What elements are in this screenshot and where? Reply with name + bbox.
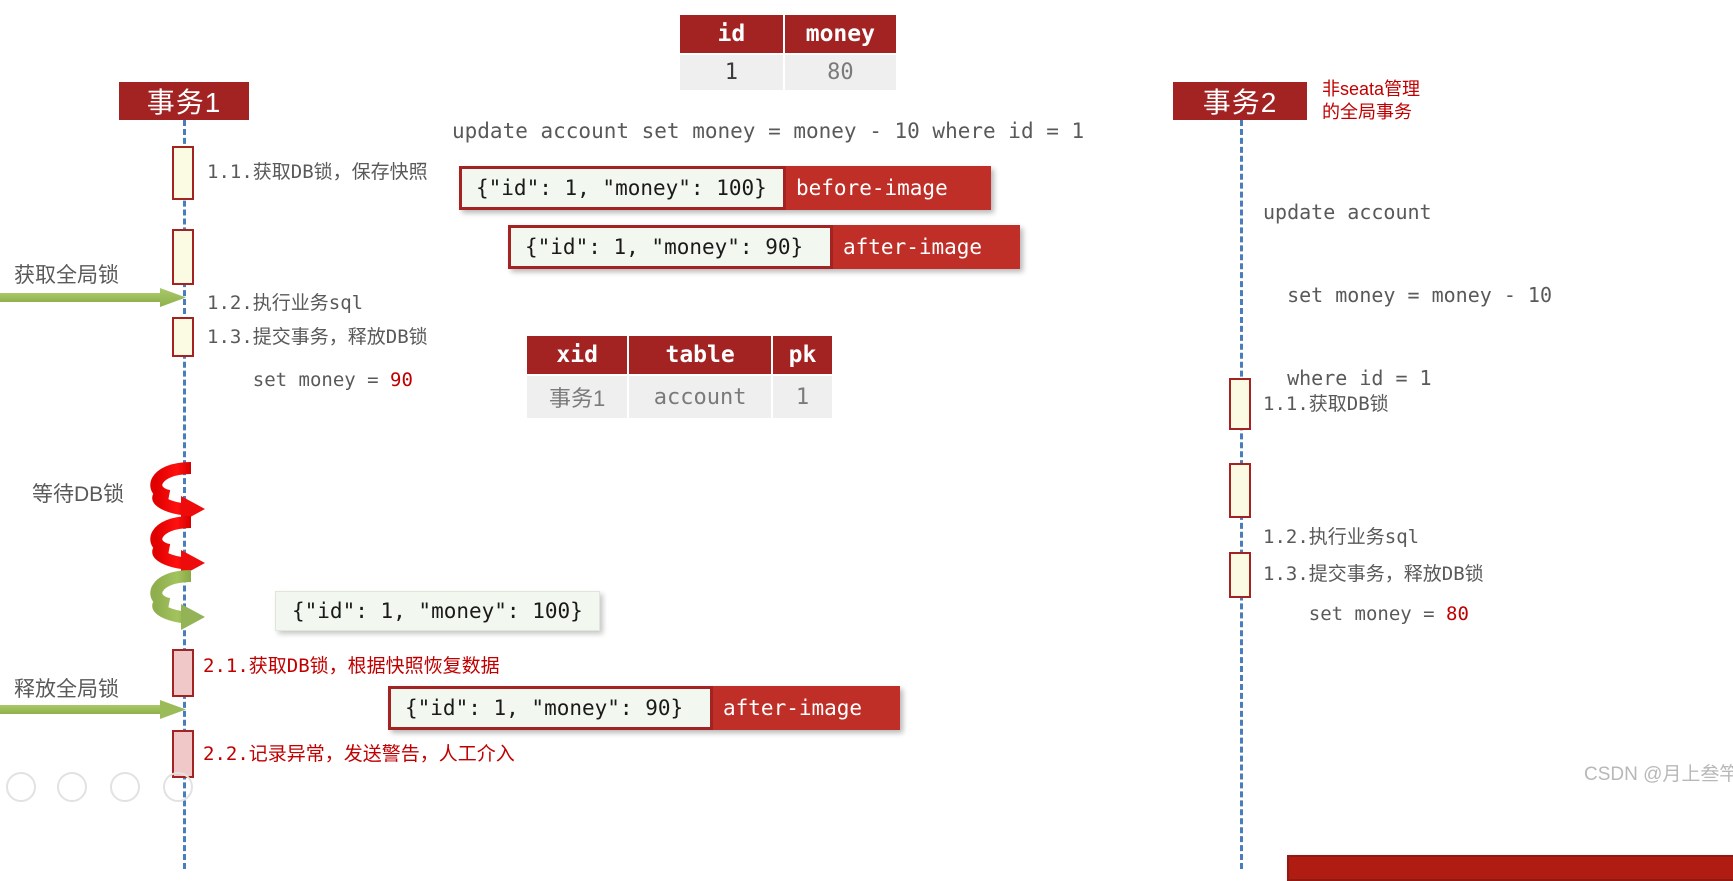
arrow-acquire-global-lock [0,288,186,307]
activation-tx2-step-1-2 [1229,463,1251,518]
diagram-canvas: id money 1 80 update account set money =… [0,0,1733,881]
tx2-sql-line1: update account [1263,200,1432,225]
callout-after-image-1-tag: after-image [843,235,983,259]
callout-after-image-1-json: {"id": 1, "money": 90} [508,225,833,269]
activation-tx2-step-1-1 [1229,378,1251,430]
callout-after-image-1: {"id": 1, "money": 90} after-image [508,225,1020,269]
actor-tx2: 事务2 [1173,82,1307,120]
lock-table-th-pk: pk [772,336,832,374]
spiral-loop-green [150,570,205,630]
tx1-step-1-3-label: 1.3.提交事务，释放DB锁 [207,326,428,348]
account-table-header-row: id money [680,15,896,53]
callout-after-image-2-tag: after-image [723,696,863,720]
account-table: id money 1 80 [678,13,898,92]
account-table-th-money: money [784,15,896,53]
callout-before-image-tag: before-image [796,176,948,200]
tx2-step-1-3-label: 1.3.提交事务，释放DB锁 [1263,563,1484,585]
main-sql-statement: update account set money = money - 10 wh… [452,119,1085,143]
tx2-step-1-1-label: 1.1.获取DB锁 [1263,393,1389,415]
tx2-step-1-2-line2-pre: set money = [1263,603,1447,626]
callout-after-image-2: {"id": 1, "money": 90} after-image [388,686,900,730]
global-lock-table: xid table pk 事务1 account 1 [525,334,834,420]
callout-before-image: {"id": 1, "money": 100} before-image [459,166,991,210]
tx1-step-1-2-value: 90 [390,369,413,392]
tx2-sql-line2: set money = money - 10 [1263,282,1552,307]
lock-table-header-row: xid table pk [527,336,832,374]
tx1-step-1-2-line2-pre: set money = [207,369,391,392]
spiral-wait-db-lock [150,462,205,630]
tx1-step-2-1-label: 2.1.获取DB锁，根据快照恢复数据 [203,655,500,677]
arrow-release-global-lock [0,700,186,719]
account-table-cell-money: 80 [784,55,896,90]
activation-tx1-step-1-2 [172,229,194,285]
tx1-step-1-1-label: 1.1.获取DB锁，保存快照 [207,161,428,183]
activation-tx2-step-1-3 [1229,552,1251,598]
toolbar-circle-icon-2[interactable] [57,772,87,802]
toolbar-circle-icon-1[interactable] [6,772,36,802]
account-table-cell-id: 1 [680,55,783,90]
activation-tx1-step-1-3 [172,317,194,357]
bottom-red-bar [1287,855,1733,881]
tx2-step-1-2-value: 80 [1446,603,1469,626]
tx2-step-1-2-line2: set money = 80 [1263,602,1469,628]
table-row: 1 80 [680,55,896,90]
lock-table-cell-pk: 1 [772,376,832,418]
lock-table-cell-xid: 事务1 [527,376,628,418]
table-row: 事务1 account 1 [527,376,832,418]
toolbar-circle-icon-4[interactable] [163,772,193,802]
callout-before-image-json: {"id": 1, "money": 100} [459,166,786,210]
tx2-sql-line3: where id = 1 [1263,365,1432,390]
lock-table-th-xid: xid [527,336,628,374]
actor-tx1: 事务1 [119,82,249,120]
tx1-step-1-2-line1: 1.2.执行业务sql [207,292,364,315]
actor-tx1-label: 事务1 [146,87,222,118]
actor-tx2-label: 事务2 [1202,87,1278,118]
caption-wait-db-lock: 等待DB锁 [32,483,125,506]
activation-tx1-step-2-2 [172,730,194,778]
spiral-loop-red-1 [150,462,205,522]
callout-snapshot-restore-json: {"id": 1, "money": 100} [275,591,600,631]
tx2-note: 非seata管理 的全局事务 [1322,79,1421,122]
lock-table-cell-table: account [629,376,771,418]
lock-table-th-table: table [629,336,771,374]
toolbar-circle-icon-3[interactable] [110,772,140,802]
activation-tx1-step-1-1 [172,146,194,200]
tx1-step-2-2-label: 2.2.记录异常，发送警告，人工介入 [203,743,515,765]
account-table-th-id: id [680,15,783,53]
spiral-loop-red-2 [150,516,205,576]
activation-tx1-step-2-1 [172,649,194,697]
watermark: CSDN @月上叁竿 [1584,764,1733,785]
tx2-step-1-2-line1: 1.2.执行业务sql [1263,526,1420,549]
callout-after-image-2-json: {"id": 1, "money": 90} [388,686,713,730]
tx1-step-1-2-line2: set money = 90 [207,368,413,394]
